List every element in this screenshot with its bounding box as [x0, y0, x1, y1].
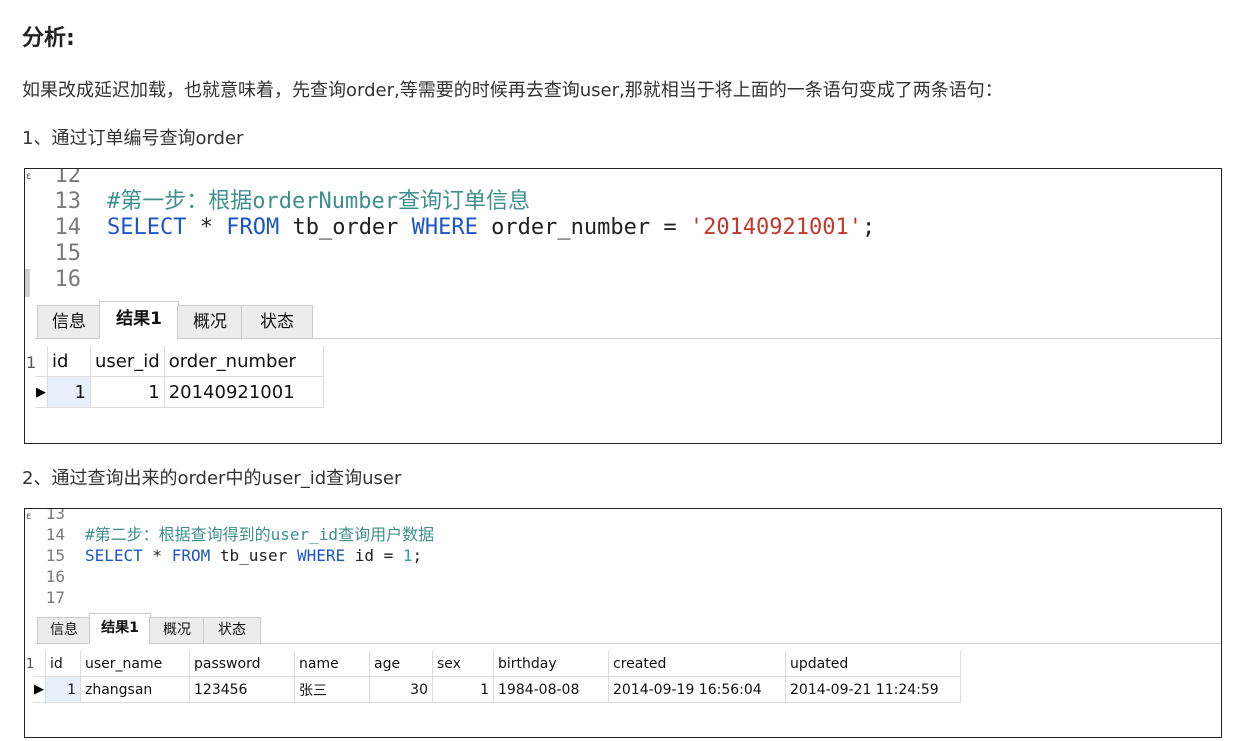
step2-screenshot: 13 14 #第二步：根据查询得到的user_id查询用户数据 15 SELECT * … — [24, 508, 1222, 738]
result-tab[interactable]: 信息 — [37, 617, 91, 644]
editor-edge-glyph: ε — [26, 171, 32, 182]
column-header[interactable]: sex — [432, 651, 494, 677]
sql-keyword: SELECT — [107, 215, 187, 240]
editor-gutter-mark — [25, 269, 30, 297]
sql-keyword: SELECT — [85, 546, 143, 565]
column-header[interactable]: user_id — [90, 346, 165, 377]
line-number: 17 — [45, 588, 65, 607]
table-row[interactable]: ▶ 1 1 20140921001 — [35, 376, 324, 408]
result-tab[interactable]: 概况 — [177, 305, 243, 339]
table-cell[interactable]: 1 — [90, 376, 165, 408]
table-cell[interactable]: 1984-08-08 — [493, 676, 609, 703]
code-line: 13 #第一步：根据orderNumber查询订单信息 — [25, 189, 530, 215]
table-cell[interactable]: 2014-09-21 11:24:59 — [785, 676, 961, 703]
row-indicator-header — [35, 346, 48, 377]
step2-result-grid: id user_name password name age sex birthday cre… — [33, 651, 961, 703]
table-cell[interactable]: 张三 — [294, 676, 370, 703]
table-cell[interactable]: 123456 — [189, 676, 295, 703]
table-cell[interactable]: 1 — [47, 376, 91, 408]
line-number: 12 — [54, 168, 82, 188]
table-cell[interactable]: zhangsan — [80, 676, 190, 703]
current-row-arrow-icon: ▶ — [35, 376, 48, 408]
line-number: 16 — [45, 567, 65, 586]
sql-keyword: WHERE — [411, 215, 478, 240]
grid-header-row: id user_id order_number — [35, 346, 324, 377]
step1-code-editor: 12 13 #第一步：根据orderNumber查询订单信息 14 SELECT * F… — [25, 169, 1221, 299]
column-header[interactable]: age — [369, 651, 433, 677]
code-line: 16 — [25, 566, 85, 587]
result-tab[interactable]: 状态 — [203, 617, 261, 644]
result-tab[interactable]: 结果1 — [89, 613, 151, 644]
code-line: 13 — [25, 508, 85, 524]
code-line: 14 #第二步：根据查询得到的user_id查询用户数据 — [25, 524, 434, 545]
sql-text: ; — [862, 215, 876, 240]
line-number: 15 — [45, 546, 65, 565]
line-number: 13 — [45, 508, 65, 523]
result-tab[interactable]: 信息 — [37, 305, 101, 339]
column-header[interactable]: order_number — [164, 346, 324, 377]
sql-keyword: FROM — [226, 215, 280, 240]
column-header[interactable]: user_name — [80, 651, 190, 677]
step1-result-grid: id user_id order_number ▶ 1 1 20140921001 — [35, 346, 324, 408]
line-number: 15 — [54, 241, 82, 266]
table-cell[interactable]: 30 — [369, 676, 433, 703]
row-indicator-header — [33, 651, 46, 677]
sql-number: 1 — [402, 546, 413, 565]
sql-string: '20140921001' — [689, 215, 863, 240]
sql-text: * — [142, 546, 172, 565]
sql-text: tb_user — [210, 546, 297, 565]
result-tab[interactable]: 概况 — [149, 617, 205, 644]
line-number: 14 — [45, 525, 65, 544]
column-header[interactable]: created — [608, 651, 786, 677]
sql-comment: #第二步：根据查询得到的user_id查询用户数据 — [85, 525, 435, 544]
step1-caption: 1、通过订单编号查询order — [22, 128, 244, 149]
sql-text: tb_order — [279, 215, 412, 240]
code-line: 15 SELECT * FROM tb_user WHERE id = 1; — [25, 545, 422, 566]
step1-screenshot: 12 13 #第一步：根据orderNumber查询订单信息 14 SELECT * F… — [24, 168, 1222, 444]
sql-text: id = — [345, 546, 403, 565]
line-number: 16 — [54, 267, 82, 292]
sql-text: ; — [412, 546, 423, 565]
column-header[interactable]: updated — [785, 651, 961, 677]
code-line: 16 — [25, 267, 107, 293]
result-tab[interactable]: 结果1 — [99, 301, 179, 339]
code-line: 14 SELECT * FROM tb_order WHERE order_num… — [25, 215, 876, 241]
code-line: 12 — [25, 168, 107, 189]
step1-result-tabs: 信息 结果1 概况 状态 — [35, 300, 1221, 339]
grid-header-row: id user_name password name age sex birthday cre… — [33, 651, 961, 677]
sql-keyword: WHERE — [296, 546, 346, 565]
editor-edge-glyph: ε — [26, 511, 32, 522]
sql-text: order_number = — [477, 215, 690, 240]
code-line: 17 — [25, 587, 85, 608]
table-cell[interactable]: 1 — [45, 676, 81, 703]
current-row-arrow-icon: ▶ — [33, 676, 46, 703]
line-number: 14 — [54, 215, 82, 240]
step2-result-tabs: 信息 结果1 概况 状态 — [35, 613, 1221, 644]
column-header[interactable]: id — [45, 651, 81, 677]
column-header[interactable]: name — [294, 651, 370, 677]
code-line: 15 — [25, 241, 107, 267]
step2-caption: 2、通过查询出来的order中的user_id查询user — [22, 468, 402, 489]
intro-paragraph: 如果改成延迟加载，也就意味着，先查询order,等需要的时候再去查询user,那… — [22, 80, 1003, 101]
column-header[interactable]: password — [189, 651, 295, 677]
table-cell[interactable]: 20140921001 — [164, 376, 324, 408]
step2-code-editor: 13 14 #第二步：根据查询得到的user_id查询用户数据 15 SELECT * … — [25, 509, 1221, 613]
table-cell[interactable]: 2014-09-19 16:56:04 — [608, 676, 786, 703]
column-header[interactable]: id — [47, 346, 91, 377]
table-row[interactable]: ▶ 1 zhangsan 123456 张三 30 1 1984-08-08 2014-09-1… — [33, 676, 961, 703]
sql-keyword: FROM — [171, 546, 211, 565]
sql-comment: #第一步：根据orderNumber查询订单信息 — [107, 189, 530, 214]
sql-text: * — [186, 215, 227, 240]
result-tab[interactable]: 状态 — [241, 305, 313, 339]
table-cell[interactable]: 1 — [432, 676, 494, 703]
line-number: 13 — [54, 189, 82, 214]
column-header[interactable]: birthday — [493, 651, 609, 677]
section-heading: 分析: — [22, 26, 75, 51]
